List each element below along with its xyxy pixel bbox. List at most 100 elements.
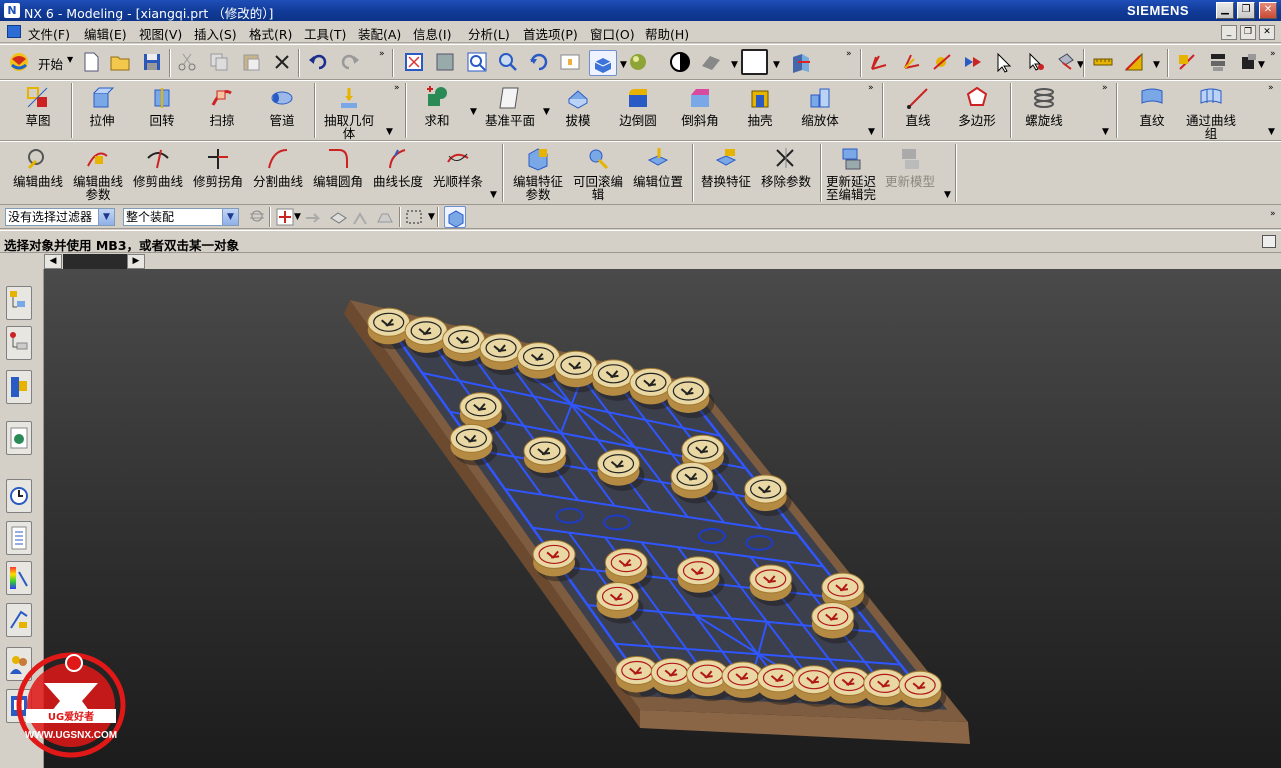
scroll-right-button[interactable]: ▶ — [127, 254, 145, 269]
part-navigator-tab[interactable] — [6, 370, 32, 404]
face-analysis-button[interactable] — [669, 51, 691, 73]
sheet-button[interactable] — [700, 51, 722, 73]
chevron-down-icon[interactable]: ▼ — [294, 212, 301, 222]
edit-curve-params-button[interactable]: 编辑曲线参数 — [70, 146, 126, 201]
chevron-down-icon[interactable]: ▼ — [386, 127, 393, 137]
rectangle-select-button[interactable] — [403, 206, 425, 228]
datum-plane-button[interactable]: 基准平面 — [480, 85, 540, 127]
select-button[interactable] — [993, 51, 1015, 73]
shaded-view-button[interactable] — [589, 50, 617, 76]
zoom-in-out-button[interactable] — [497, 51, 519, 73]
pan-button[interactable] — [559, 51, 581, 73]
snap-button[interactable] — [962, 51, 984, 73]
line-button[interactable]: 直线 — [896, 85, 940, 127]
menu-format[interactable]: 格式(R) — [249, 24, 292, 43]
menu-insert[interactable]: 插入(S) — [194, 24, 237, 43]
menu-analysis[interactable]: 分析(L) — [468, 24, 510, 43]
redo-button[interactable] — [339, 51, 361, 73]
background-button[interactable] — [741, 49, 768, 75]
replace-feature-button[interactable]: 替换特征 — [698, 146, 754, 188]
view-select-button[interactable] — [444, 206, 466, 228]
toolbar-overflow-icon[interactable]: » — [1270, 49, 1276, 59]
new-file-button[interactable] — [80, 51, 102, 73]
zoom-button[interactable] — [466, 51, 488, 73]
menu-window[interactable]: 窗口(O) — [590, 24, 635, 43]
smooth-spline-button[interactable]: 光顺样条 — [430, 146, 486, 188]
render-style-button[interactable] — [627, 51, 649, 73]
cue-expand-button[interactable] — [1262, 235, 1276, 248]
menu-edit[interactable]: 编辑(E) — [84, 24, 127, 43]
constraint-navigator-tab[interactable] — [6, 326, 32, 360]
chevron-down-icon[interactable]: ▼ — [470, 107, 477, 117]
csys-button[interactable] — [900, 51, 922, 73]
delete-button[interactable] — [271, 51, 293, 73]
revolve-button[interactable]: 回转 — [140, 85, 184, 127]
scroll-left-button[interactable]: ◀ — [44, 254, 62, 269]
chevron-down-icon[interactable]: ▼ — [620, 60, 627, 70]
save-button[interactable] — [141, 51, 163, 73]
maximize-button[interactable]: ❐ — [1237, 2, 1255, 19]
menu-file[interactable]: 文件(F) — [28, 24, 70, 43]
chevron-down-icon[interactable]: ▼ — [731, 60, 738, 70]
fit-button[interactable] — [403, 51, 425, 73]
toolbar-overflow-icon[interactable]: » — [868, 83, 874, 93]
remove-params-button[interactable]: 移除参数 — [758, 146, 814, 188]
scale-body-button[interactable]: 缩放体 — [798, 85, 842, 127]
trim-curve-button[interactable]: 修剪曲线 — [130, 146, 186, 188]
selection-scope-dropdown[interactable]: 整个装配 ▼ — [123, 208, 239, 226]
curve-length-button[interactable]: 曲线长度 — [370, 146, 426, 188]
update-model-button[interactable]: 更新模型 — [882, 146, 938, 188]
chevron-down-icon[interactable]: ▼ — [868, 127, 875, 137]
through-curves-button[interactable]: 通过曲线组 — [1184, 85, 1238, 140]
edge-blend-button[interactable]: 边倒圆 — [616, 85, 660, 127]
rotate-button[interactable] — [528, 51, 550, 73]
close-button[interactable]: ✕ — [1259, 2, 1277, 19]
delay-update-button[interactable]: 更新延迟至编辑完 — [822, 146, 880, 201]
menu-information[interactable]: 信息(I) — [413, 24, 451, 43]
history-tab[interactable] — [6, 479, 32, 513]
toolbar-overflow-icon[interactable]: » — [394, 83, 400, 93]
chevron-down-icon[interactable]: ▼ — [1268, 127, 1275, 137]
divide-curve-button[interactable]: 分割曲线 — [250, 146, 306, 188]
toolbar-overflow-icon[interactable]: » — [1268, 83, 1274, 93]
edit-fillet-button[interactable]: 编辑圆角 — [310, 146, 366, 188]
graphics-window[interactable] — [44, 269, 1281, 768]
menu-preferences[interactable]: 首选项(P) — [523, 24, 578, 43]
toolbar-overflow-icon[interactable]: » — [846, 49, 852, 59]
filter-button[interactable] — [1025, 51, 1047, 73]
doc-restore-button[interactable]: ❐ — [1240, 25, 1256, 40]
snap-point-button[interactable] — [274, 206, 296, 228]
nx-app-icon[interactable]: N — [4, 3, 20, 18]
polygon-button[interactable]: 多边形 — [955, 85, 999, 127]
extrude-button[interactable]: 拉伸 — [80, 85, 124, 127]
undo-button[interactable] — [307, 51, 329, 73]
chevron-down-icon[interactable]: ▼ — [428, 212, 435, 222]
sweep-button[interactable]: 扫掠 — [200, 85, 244, 127]
sketch-button[interactable]: 草图 — [16, 85, 60, 127]
menu-help[interactable]: 帮助(H) — [645, 24, 689, 43]
face-rule-button[interactable] — [374, 206, 396, 228]
chevron-down-icon[interactable]: ▼ — [1102, 127, 1109, 137]
start-button[interactable]: 开始 ▼ — [6, 50, 76, 74]
toolbar-overflow-icon[interactable]: » — [1270, 209, 1276, 219]
chevron-down-icon[interactable]: ▼ — [490, 190, 497, 200]
shell-button[interactable]: 抽壳 — [738, 85, 782, 127]
menu-assemblies[interactable]: 装配(A) — [358, 24, 401, 43]
assembly-navigator-tab[interactable] — [6, 286, 32, 320]
toolbar-overflow-icon[interactable]: » — [1102, 83, 1108, 93]
chamfer-button[interactable]: 倒斜角 — [676, 85, 724, 127]
menu-app-icon[interactable] — [7, 25, 21, 38]
chevron-down-icon[interactable]: ▼ — [1153, 60, 1160, 70]
paste-button[interactable] — [240, 51, 262, 73]
reuse-library-tab[interactable] — [6, 421, 32, 455]
doc-close-button[interactable]: ✕ — [1259, 25, 1275, 40]
edit-feature-params-button[interactable]: 编辑特征参数 — [510, 146, 566, 201]
copy-button[interactable] — [208, 51, 230, 73]
filter-button-2[interactable] — [1055, 51, 1077, 73]
minimize-button[interactable]: ▁ — [1216, 2, 1234, 19]
wcs-button[interactable] — [868, 51, 890, 73]
system-materials-tab[interactable] — [6, 521, 32, 555]
unite-button[interactable]: 求和 — [415, 85, 459, 127]
helix-button[interactable]: 螺旋线 — [1020, 85, 1068, 127]
cut-button[interactable] — [176, 51, 198, 73]
